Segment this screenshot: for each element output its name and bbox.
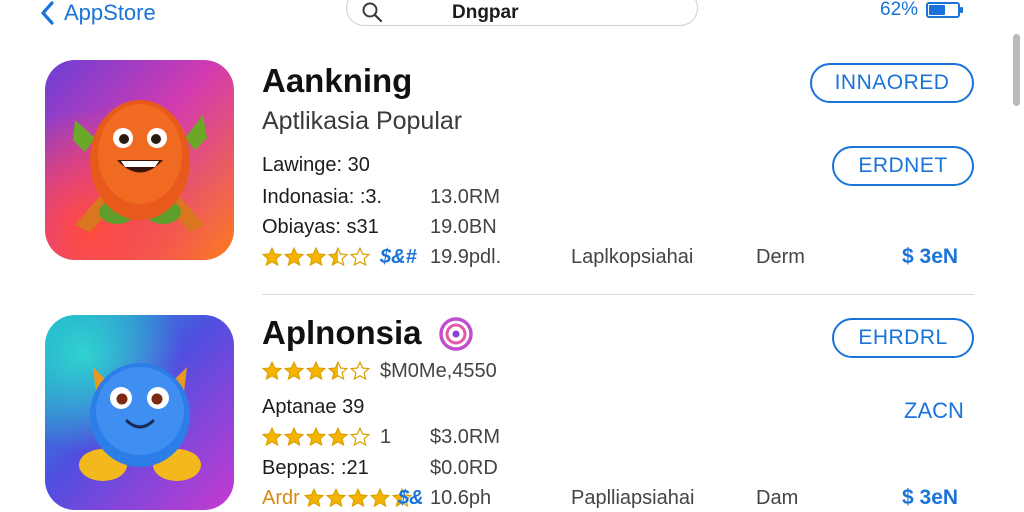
star-icon <box>306 361 326 381</box>
secondary-action-button[interactable]: ERDNET <box>832 146 974 186</box>
blue-monster-icon <box>79 363 201 481</box>
star-icon <box>306 247 326 267</box>
search-field[interactable]: Dngpar <box>346 0 698 26</box>
divider <box>262 294 974 295</box>
star-icon <box>284 247 304 267</box>
star-icon <box>284 427 304 447</box>
category-label: Paplliapsiahai <box>571 487 695 509</box>
back-label: AppStore <box>64 0 156 25</box>
star-icon <box>304 488 324 508</box>
info-value: $0.0RD <box>430 457 498 479</box>
monster-mascot-icon <box>73 100 207 232</box>
star-icon <box>326 488 346 508</box>
info-value: 19.9pdl. <box>430 246 502 268</box>
chevron-left-icon <box>41 1 54 25</box>
target-badge-icon <box>439 317 473 351</box>
primary-action-button[interactable]: EHRDRL <box>832 318 974 358</box>
app-title[interactable]: Aplnonsia <box>262 314 422 352</box>
rating-prefix: Ardr <box>262 487 300 509</box>
info-row: Beppas: :21 <box>262 457 369 479</box>
info-row: Obiayas: s31 <box>262 216 379 238</box>
info-row: Aptanae 39 <box>262 396 365 418</box>
battery-icon <box>926 2 964 18</box>
info-value: 19.0BN <box>430 216 497 238</box>
app-title[interactable]: Aankning <box>262 62 412 100</box>
star-rating <box>262 361 370 381</box>
rating-text: $& <box>398 487 424 509</box>
info-row: Indonasia: :3. <box>262 186 383 208</box>
star-icon <box>328 247 348 267</box>
info-value: $3.0RM <box>430 426 501 448</box>
info-row: Lawinge: 30 <box>262 154 370 176</box>
star-rating <box>262 427 370 447</box>
category-label: Laplkopsiahai <box>571 246 694 268</box>
star-icon <box>350 361 370 381</box>
star-rating <box>262 247 370 267</box>
star-icon <box>262 427 282 447</box>
star-icon <box>328 361 348 381</box>
star-icon <box>350 247 370 267</box>
price-button[interactable]: $ 3eN <box>902 486 958 510</box>
star-icon <box>348 488 368 508</box>
rating-text: $&# <box>380 246 417 268</box>
search-query: Dngpar <box>452 2 519 23</box>
rating-count: 1 <box>380 426 392 448</box>
star-icon <box>328 427 348 447</box>
back-button[interactable]: AppStore <box>40 0 156 26</box>
star-icon <box>284 361 304 381</box>
star-icon <box>350 427 370 447</box>
scrollbar[interactable] <box>1013 34 1020 106</box>
rating-line: $M0Me,4550 <box>380 360 497 382</box>
app-icon[interactable] <box>45 315 234 510</box>
star-icon <box>306 427 326 447</box>
app-subtitle: Aptlikasia Popular <box>262 107 463 135</box>
status-indicators: 62% <box>880 0 964 21</box>
meta-label: Dam <box>756 487 799 509</box>
search-icon <box>362 2 383 23</box>
star-icon <box>262 361 282 381</box>
star-icon <box>262 247 282 267</box>
app-icon[interactable] <box>45 60 234 260</box>
price-button[interactable]: $ 3eN <box>902 245 958 269</box>
info-value: 10.6ph <box>430 487 492 509</box>
meta-label: Derm <box>756 246 805 268</box>
secondary-action-link[interactable]: ZACN <box>904 398 964 424</box>
battery-percent: 62% <box>880 0 919 20</box>
star-icon <box>370 488 390 508</box>
info-value: 13.0RM <box>430 186 501 208</box>
star-rating <box>304 488 412 508</box>
primary-action-button[interactable]: INNAORED <box>810 63 974 103</box>
